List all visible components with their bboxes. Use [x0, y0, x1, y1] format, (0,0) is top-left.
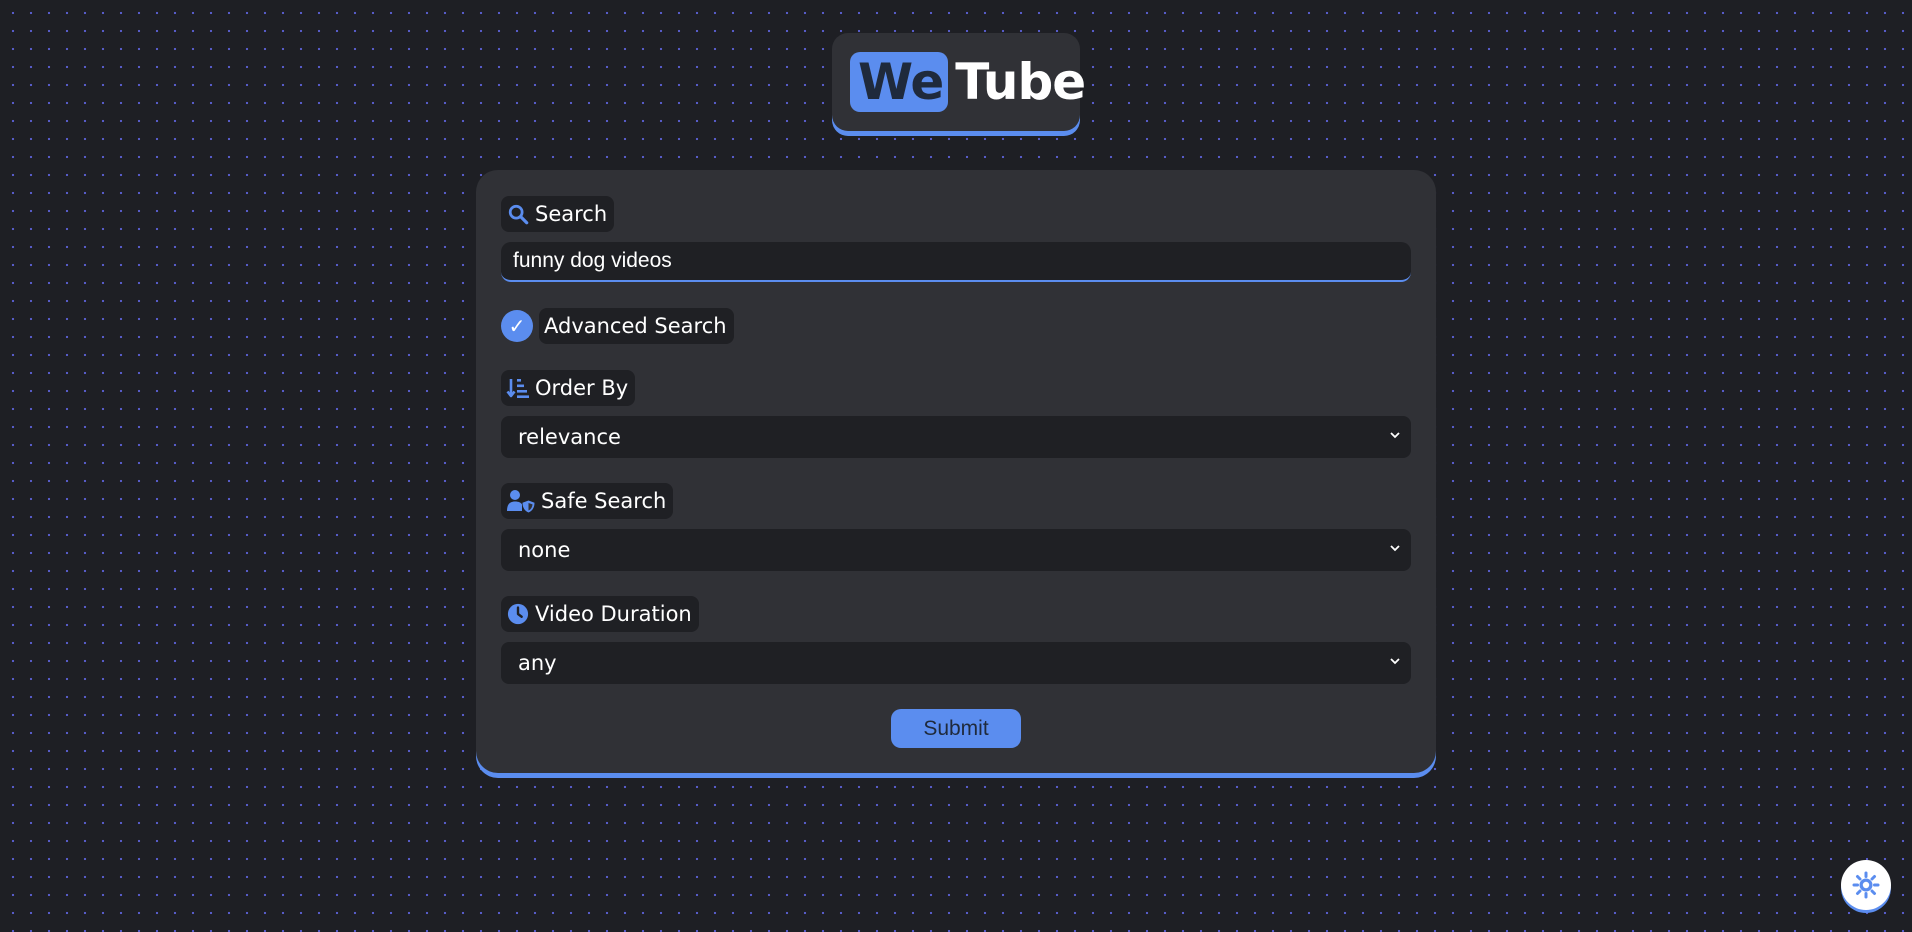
order-by-label: Order By	[501, 370, 636, 406]
search-label-text: Search	[535, 202, 608, 226]
video-duration-value: any	[518, 651, 557, 675]
safe-search-label: Safe Search	[501, 483, 674, 519]
user-shield-icon	[506, 489, 536, 513]
chevron-down-icon	[1390, 432, 1400, 439]
search-label: Search	[501, 196, 615, 232]
clock-icon	[506, 602, 530, 626]
search-form: Search ✓ Advanced Search Order By releva…	[476, 170, 1436, 773]
submit-button[interactable]: Submit	[891, 709, 1021, 748]
advanced-search-label-text: Advanced Search	[544, 314, 727, 338]
sort-amount-down-icon	[506, 376, 530, 400]
search-input[interactable]	[501, 242, 1411, 282]
checkmark-icon: ✓	[508, 314, 526, 338]
safe-search-select[interactable]: none	[501, 529, 1411, 571]
chevron-down-icon	[1390, 545, 1400, 552]
video-duration-label-text: Video Duration	[535, 602, 692, 626]
order-by-label-text: Order By	[535, 376, 629, 400]
search-icon	[506, 202, 530, 226]
order-by-select[interactable]: relevance	[501, 416, 1411, 458]
safe-search-label-text: Safe Search	[541, 489, 667, 513]
advanced-search-checkbox[interactable]: ✓	[501, 310, 533, 342]
logo-we: We	[850, 52, 949, 112]
video-duration-select[interactable]: any	[501, 642, 1411, 684]
logo-tube: Tube	[955, 53, 1086, 111]
safe-search-value: none	[518, 538, 571, 562]
sun-icon	[1852, 871, 1880, 899]
video-duration-label: Video Duration	[501, 596, 699, 632]
theme-toggle-button[interactable]	[1841, 860, 1891, 910]
logo: We Tube	[832, 33, 1086, 131]
advanced-search-label[interactable]: Advanced Search	[539, 308, 734, 344]
chevron-down-icon	[1390, 658, 1400, 665]
order-by-value: relevance	[518, 425, 621, 449]
